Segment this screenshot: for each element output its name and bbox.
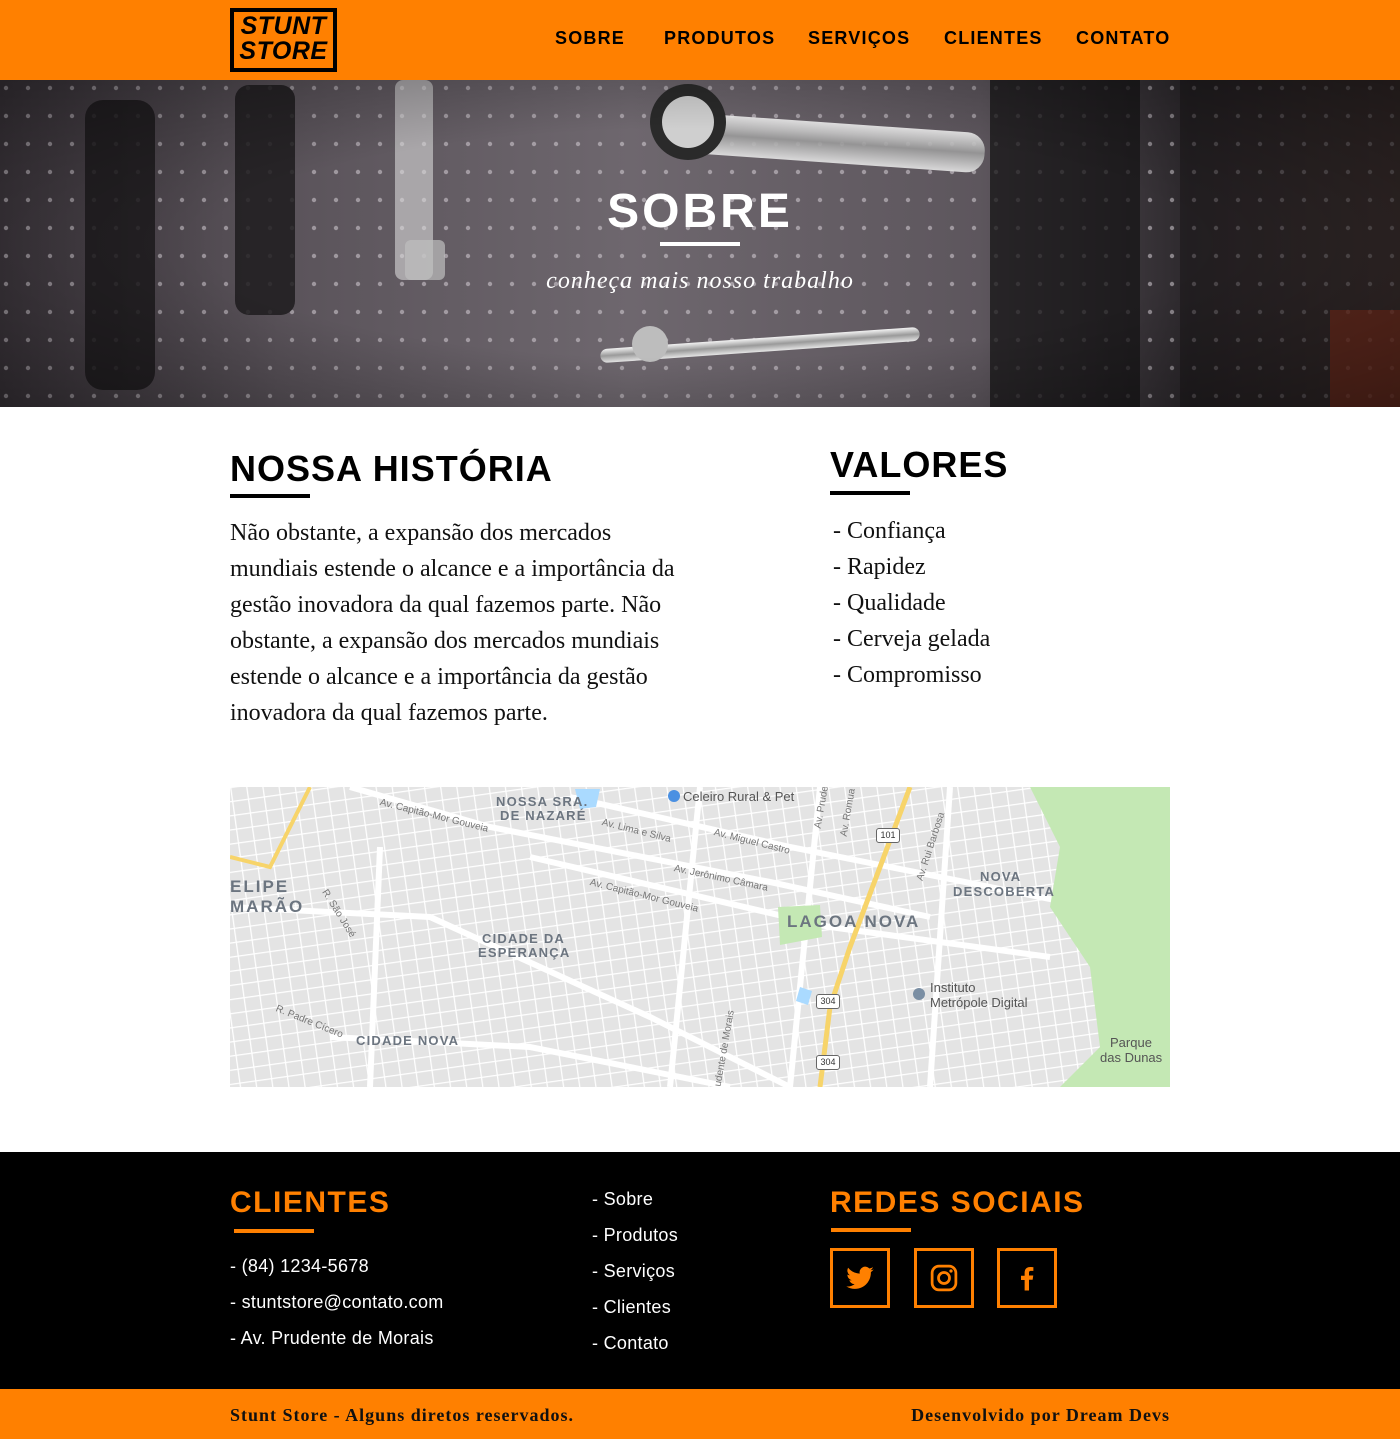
footer-link-clientes[interactable]: - Clientes (592, 1297, 671, 1317)
hero-title-underline (660, 242, 740, 246)
footer-link-produtos[interactable]: - Produtos (592, 1225, 678, 1245)
map-label-elipe: ELIPE (230, 877, 290, 896)
values-item: - Qualidade (833, 590, 946, 616)
map-label-esperanca: ESPERANÇA (478, 945, 571, 960)
footer-social-heading: REDES SOCIAIS (830, 1186, 1085, 1219)
values-item: - Rapidez (833, 554, 926, 580)
facebook-icon (1021, 1267, 1034, 1291)
highway-shield: 304 (816, 994, 840, 1009)
highway-shield: 101 (876, 828, 900, 843)
footer-email[interactable]: - stuntstore@contato.com (230, 1292, 444, 1312)
map-label-marao: MARÃO (230, 897, 305, 916)
map-poi-celeiro[interactable]: Celeiro Rural & Pet (683, 790, 794, 804)
map-label-descoberta: DESCOBERTA (953, 884, 1056, 899)
nav-produtos[interactable]: PRODUTOS (664, 28, 775, 48)
twitter-icon (846, 1266, 874, 1289)
nav-clientes[interactable]: CLIENTES (944, 28, 1043, 48)
footer-address: - Av. Prudente de Morais (230, 1328, 434, 1348)
footer-link-servicos[interactable]: - Serviços (592, 1261, 675, 1281)
footer-link-contato[interactable]: - Contato (592, 1333, 669, 1353)
site-footer (0, 1152, 1400, 1389)
map-label-lagoa-nova: LAGOA NOVA (787, 912, 921, 931)
nav-contato[interactable]: CONTATO (1076, 28, 1170, 48)
map-label-cidade-nova: CIDADE NOVA (356, 1033, 460, 1048)
hero-subtitle: conheça mais nosso trabalho (546, 268, 854, 294)
footer-social-underline (831, 1228, 911, 1232)
highway-shield: 304 (816, 1055, 840, 1070)
values-item: - Compromisso (833, 662, 982, 688)
history-heading-underline (230, 494, 310, 498)
developer-credit: Desenvolvido por Dream Devs (911, 1405, 1170, 1425)
map-poi-metropole[interactable]: Metrópole Digital (930, 996, 1028, 1010)
values-heading: VALORES (830, 444, 1009, 485)
footer-phone: - (84) 1234-5678 (230, 1256, 369, 1276)
history-text: Não obstante, a expansão dos mercados mu… (230, 520, 675, 726)
site-header: STUNT STORE SOBRE PRODUTOS SERVIÇOS CLIE… (0, 0, 1400, 80)
values-list: - Confiança - Rapidez - Qualidade - Cerv… (833, 513, 990, 693)
map-poi-instituto[interactable]: Instituto (930, 981, 976, 995)
stunt-store-logo[interactable]: STUNT STORE (230, 8, 337, 72)
map-label-nossa-sra: NOSSA SRA. (496, 794, 589, 809)
nav-sobre[interactable]: SOBRE (555, 28, 625, 48)
nav-servicos[interactable]: SERVIÇOS (808, 28, 910, 48)
logo-line-1: STUNT (240, 12, 327, 40)
location-map[interactable]: NOSSA SRA. DE NAZARÉ ELIPE MARÃO CIDADE … (230, 787, 1170, 1087)
twitter-button[interactable] (830, 1248, 890, 1308)
footer-clients-underline (234, 1229, 314, 1233)
history-heading: NOSSA HISTÓRIA (230, 448, 553, 489)
bottom-bar: Stunt Store - Alguns diretos reservados.… (0, 1389, 1400, 1439)
footer-link-sobre[interactable]: - Sobre (592, 1189, 653, 1209)
map-label-nova: NOVA (980, 869, 1022, 884)
hero-banner: SOBRE conheça mais nosso trabalho (0, 80, 1400, 407)
copyright-text: Stunt Store - Alguns diretos reservados. (230, 1405, 575, 1425)
map-label-de-nazare: DE NAZARÉ (500, 808, 587, 823)
instagram-icon (930, 1264, 958, 1292)
values-heading-underline (830, 491, 910, 495)
facebook-button[interactable] (997, 1248, 1057, 1308)
footer-clients-heading: CLIENTES (230, 1186, 391, 1219)
map-poi-dunas[interactable]: das Dunas (1100, 1051, 1162, 1065)
values-item: - Confiança (833, 518, 946, 544)
instagram-button[interactable] (914, 1248, 974, 1308)
values-item: - Cerveja gelada (833, 626, 991, 652)
logo-line-2: STORE (239, 37, 328, 65)
hero-title: SOBRE (607, 185, 793, 238)
map-label-cidade-da: CIDADE DA (482, 931, 566, 946)
map-poi-parque[interactable]: Parque (1110, 1036, 1152, 1050)
